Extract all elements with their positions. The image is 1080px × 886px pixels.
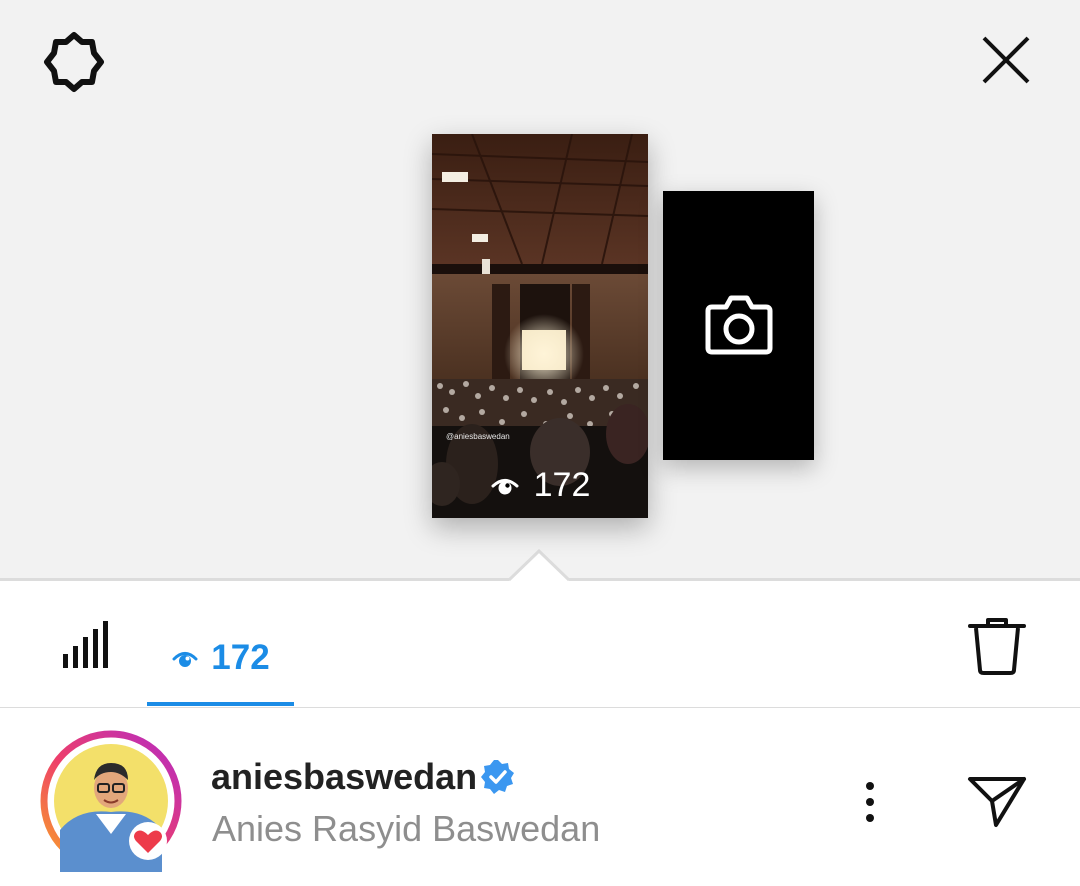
verified-badge-icon [481, 760, 514, 794]
close-icon [982, 36, 1030, 84]
bar-chart-icon [63, 621, 108, 668]
delete-story-button[interactable] [968, 616, 1026, 676]
send-icon [968, 777, 1026, 827]
story-photo [432, 134, 648, 518]
viewer-full-name: Anies Rasyid Baswedan [212, 808, 601, 849]
avatar[interactable] [40, 730, 182, 872]
viewers-count: 172 [211, 638, 270, 677]
story-views-label: 172 [533, 465, 591, 504]
gear-icon [44, 32, 104, 92]
close-button[interactable] [974, 28, 1038, 92]
trash-icon [968, 618, 1026, 675]
eye-icon [172, 652, 198, 667]
camera-icon [705, 295, 773, 355]
viewer-username[interactable]: aniesbaswedan [211, 756, 477, 798]
send-message-button[interactable] [966, 771, 1028, 831]
story-thumbnail-selected[interactable]: @aniesbaswedan 172 [432, 134, 648, 518]
story-view-count: 172 [432, 464, 648, 506]
settings-button[interactable] [38, 26, 110, 98]
story-watermark: @aniesbaswedan [446, 432, 510, 441]
add-story-thumbnail[interactable] [663, 191, 814, 460]
eye-icon [491, 479, 519, 495]
more-vertical-icon [866, 782, 874, 822]
active-tab-indicator [147, 702, 294, 706]
selected-story-pointer [509, 549, 569, 581]
viewers-tab[interactable]: 172 [147, 610, 294, 706]
more-options-button[interactable] [850, 778, 890, 826]
heart-icon [129, 822, 167, 860]
insights-tab[interactable] [60, 620, 108, 670]
